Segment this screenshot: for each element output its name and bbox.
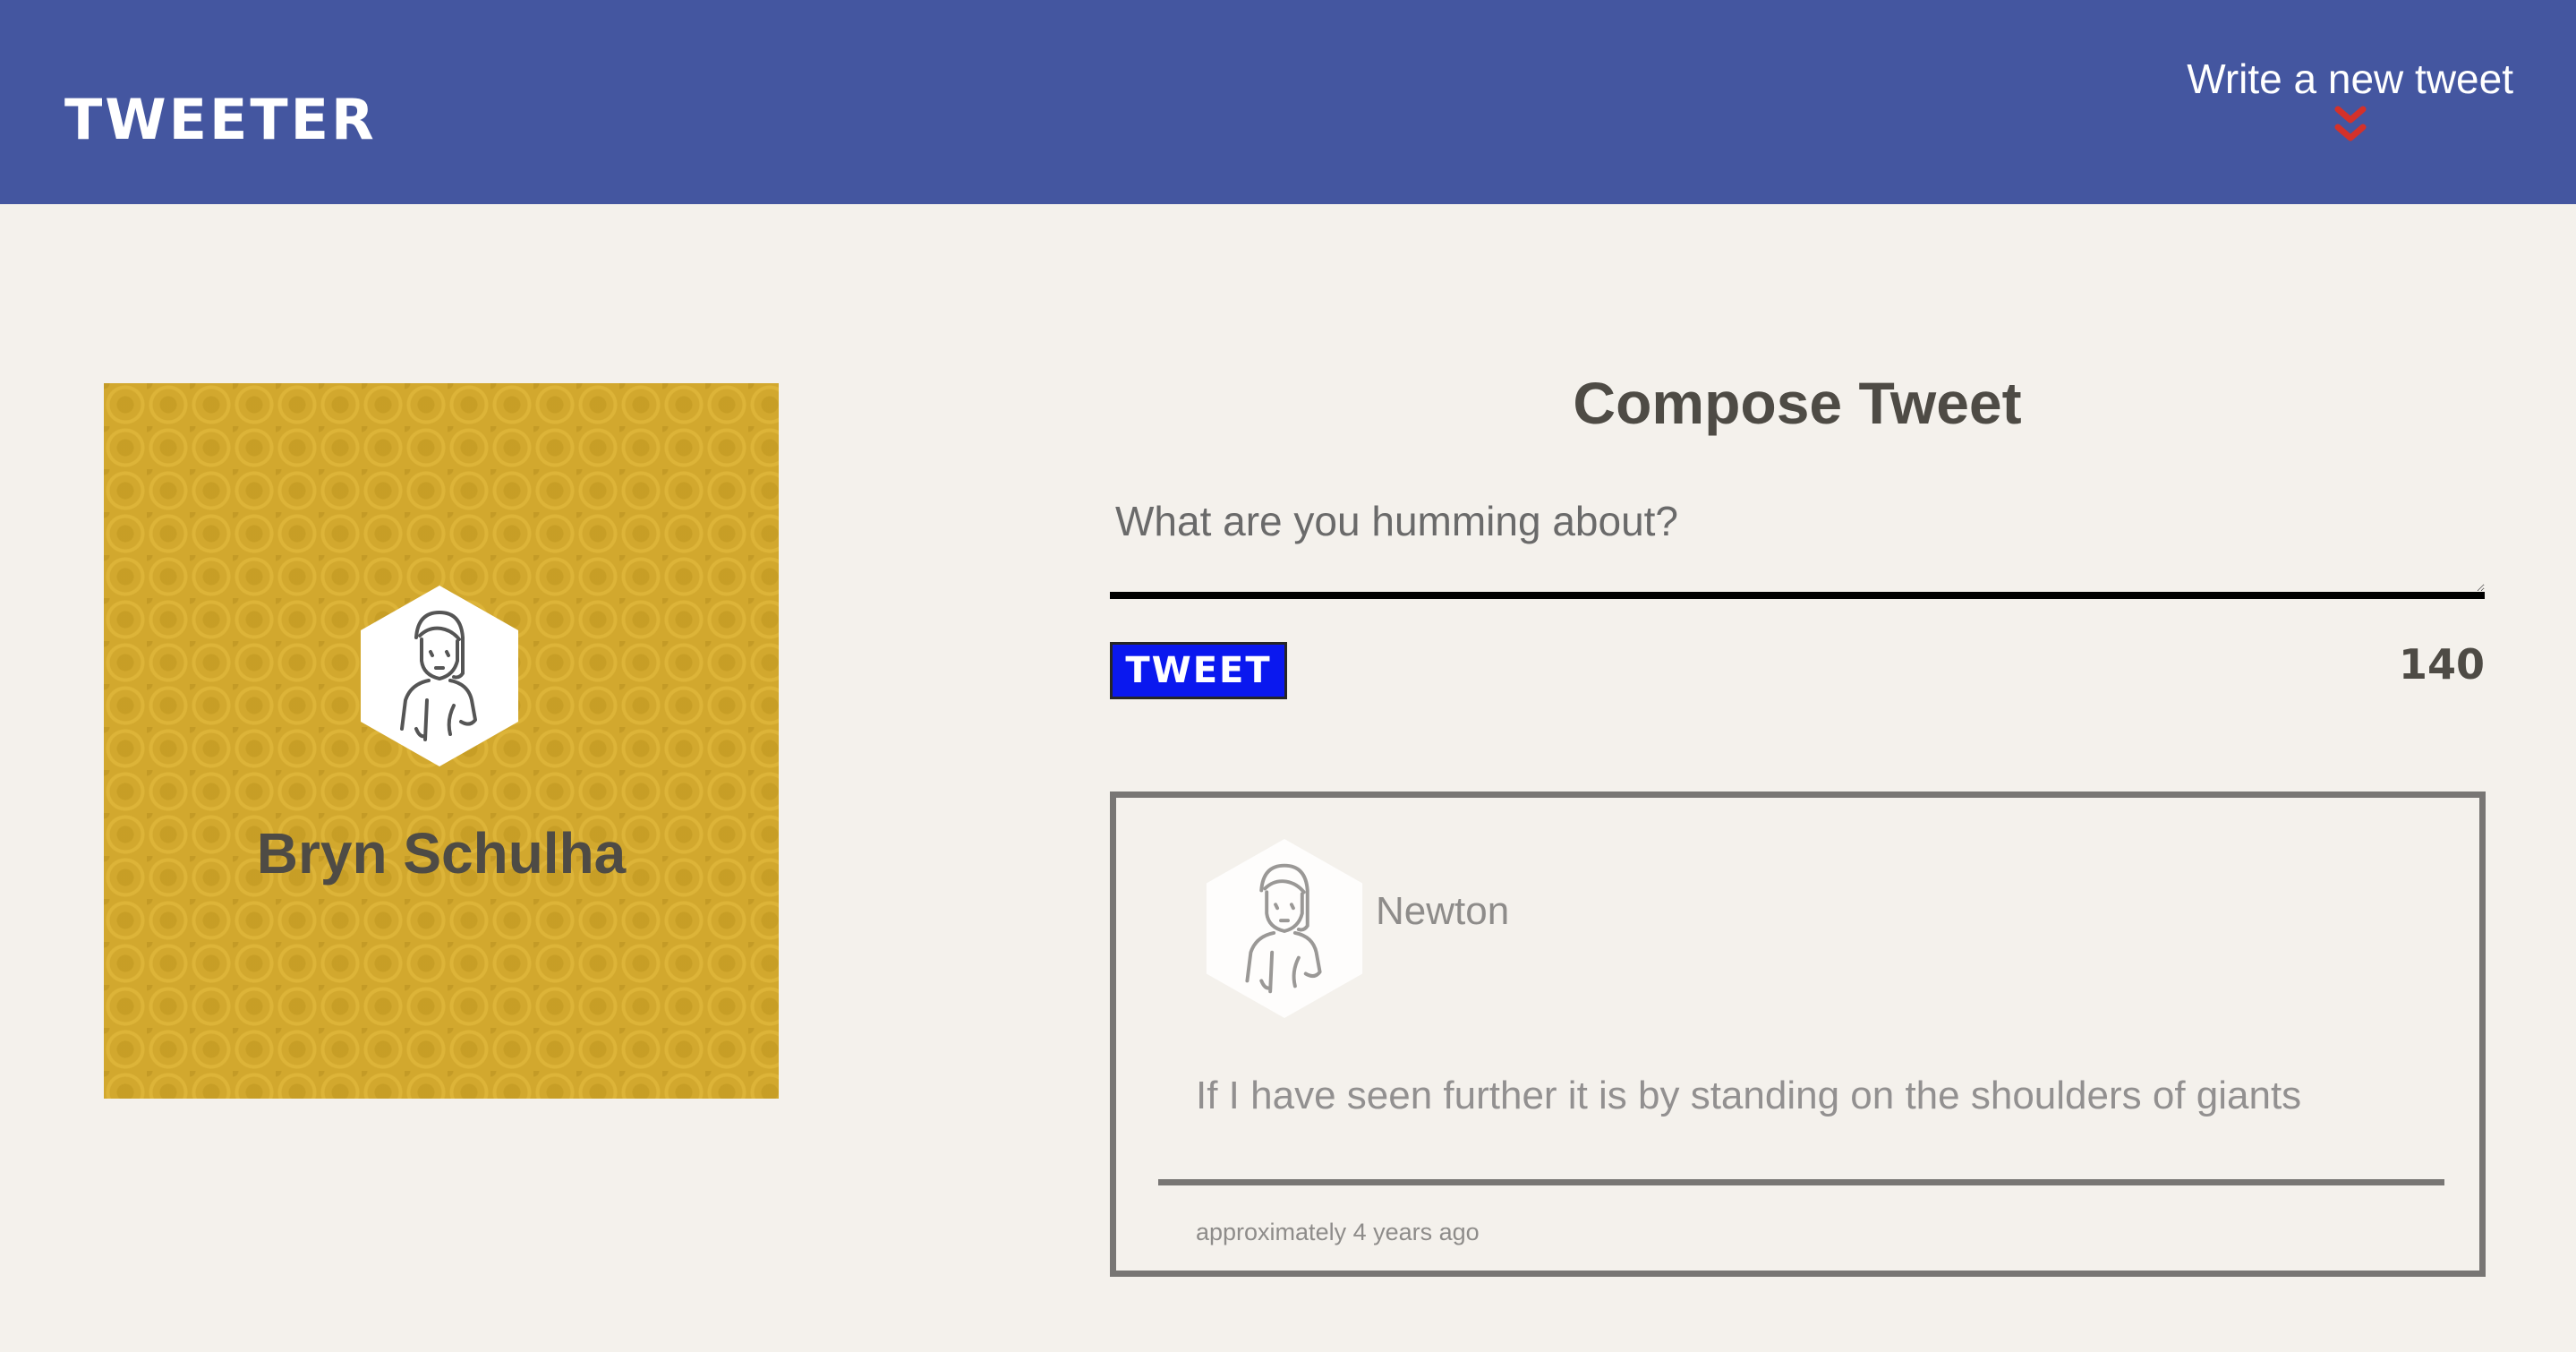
compose-title: Compose Tweet [1573,370,2022,436]
double-chevron-down-icon[interactable] [2334,106,2367,145]
tweet-divider [1158,1179,2444,1185]
app-logo[interactable]: TWEETER [64,88,377,152]
tweet-submit-button[interactable]: TWEET [1110,642,1287,699]
tweet-author-name: Newton [1376,889,1510,933]
profile-card: Bryn Schulha [104,383,779,1099]
user-avatar-icon [1206,839,1363,1018]
tweet-text-input[interactable] [1110,488,2485,599]
write-new-tweet-label[interactable]: Write a new tweet [2187,52,2513,106]
write-new-tweet-toggle[interactable]: Write a new tweet [2187,52,2513,145]
profile-name: Bryn Schulha [256,821,627,886]
top-navbar: TWEETER Write a new tweet [0,0,2576,204]
tweet-card: Newton If I have seen further it is by s… [1110,792,2486,1277]
user-avatar-icon [361,586,518,766]
tweet-text: If I have seen further it is by standing… [1196,1074,2302,1117]
character-counter: 140 [2398,640,2485,689]
tweet-timestamp: approximately 4 years ago [1196,1219,1480,1245]
